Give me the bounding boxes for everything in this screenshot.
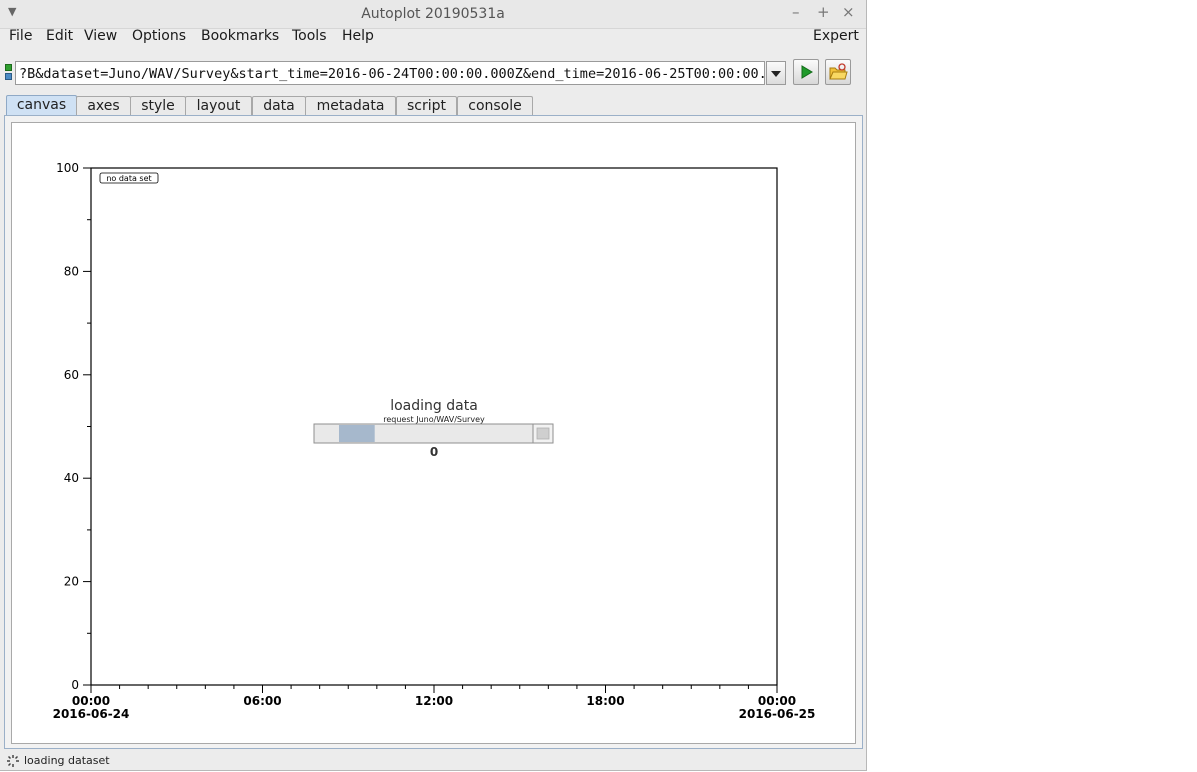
y-axis: 0 20 40 60 80 100 xyxy=(56,161,91,692)
loading-subtitle: request Juno/WAV/Survey xyxy=(383,415,485,424)
no-data-badge-label: no data set xyxy=(106,174,151,183)
plot-svg: 020406080100 00:002016-06-2406:00 12:00 18… xyxy=(53,161,816,721)
tab-axes[interactable]: axes xyxy=(76,96,131,116)
loading-title: loading data xyxy=(390,398,478,414)
open-folder-icon xyxy=(829,63,848,80)
y-tick-label: 80 xyxy=(64,264,79,278)
data-uri-input[interactable]: ?B&dataset=Juno/WAV/Survey&start_time=20… xyxy=(15,61,765,85)
loading-indicator: loading data request Juno/WAV/Survey 0 xyxy=(313,398,554,459)
y-tick-label: 40 xyxy=(64,471,79,485)
menu-tools[interactable]: Tools xyxy=(292,28,327,44)
title-bar: ▼ Autoplot 20190531a – + × xyxy=(0,0,866,29)
close-icon[interactable]: × xyxy=(842,3,855,21)
menu-options[interactable]: Options xyxy=(132,28,186,44)
no-data-badge: no data set xyxy=(99,172,159,184)
busy-spinner-icon xyxy=(7,755,19,767)
menu-file[interactable]: File xyxy=(9,28,32,44)
menu-help[interactable]: Help xyxy=(342,28,374,44)
status-text: loading dataset xyxy=(24,754,110,767)
window-title: Autoplot 20190531a xyxy=(361,6,505,22)
browse-files-button[interactable] xyxy=(825,59,851,85)
y-tick-label: 60 xyxy=(64,368,79,382)
minimize-icon[interactable]: – xyxy=(792,3,800,21)
autoplot-window: ▼ Autoplot 20190531a – + × File Edit Vie… xyxy=(0,0,867,771)
url-row: ?B&dataset=Juno/WAV/Survey&start_time=20… xyxy=(0,58,866,90)
plot-go-button[interactable] xyxy=(793,59,819,85)
y-tick-label: 20 xyxy=(64,575,79,589)
menu-bar: File Edit View Options Bookmarks Tools H… xyxy=(0,28,866,48)
x-tick-date-label: 2016-06-25 xyxy=(739,707,816,721)
loading-count: 0 xyxy=(430,445,438,459)
tab-style[interactable]: style xyxy=(130,96,186,116)
x-tick-label: 18:00 xyxy=(586,694,624,708)
stop-icon xyxy=(536,427,550,440)
chevron-down-icon xyxy=(771,71,781,77)
y-tick-label: 100 xyxy=(56,161,79,175)
x-tick-label: 06:00 xyxy=(243,694,281,708)
tab-metadata[interactable]: metadata xyxy=(305,96,396,116)
plot-canvas[interactable]: 0 20 40 60 80 100 00:00 2016-06-24 06:00 12:00 18… xyxy=(11,122,856,744)
status-led-green-icon xyxy=(5,64,12,71)
x-tick-label: 00:00 xyxy=(72,694,110,708)
tab-data[interactable]: data xyxy=(252,96,306,116)
menu-bookmarks[interactable]: Bookmarks xyxy=(201,28,279,44)
maximize-icon[interactable]: + xyxy=(817,3,830,21)
play-icon xyxy=(801,65,813,79)
menu-view[interactable]: View xyxy=(84,28,117,44)
x-tick-label: 12:00 xyxy=(415,694,453,708)
tab-layout[interactable]: layout xyxy=(185,96,252,116)
x-axis: 00:002016-06-2406:00 12:00 18:00 00:002016-… xyxy=(53,685,816,721)
tab-script[interactable]: script xyxy=(396,96,457,116)
y-tick-label: 0 xyxy=(71,678,79,692)
status-led-blue-icon xyxy=(5,73,12,80)
x-tick-label: 00:00 xyxy=(758,694,796,708)
progress-bar-fill xyxy=(339,425,375,442)
menu-expert[interactable]: Expert xyxy=(813,28,859,44)
canvas-panel: 0 20 40 60 80 100 00:00 2016-06-24 06:00 12:00 18… xyxy=(4,115,863,749)
menu-edit[interactable]: Edit xyxy=(46,28,73,44)
uri-history-dropdown[interactable] xyxy=(766,61,786,85)
tab-console[interactable]: console xyxy=(457,96,533,116)
status-bar: loading dataset xyxy=(0,752,866,770)
tab-canvas[interactable]: canvas xyxy=(6,95,77,117)
x-tick-date-label: 2016-06-24 xyxy=(53,707,130,721)
